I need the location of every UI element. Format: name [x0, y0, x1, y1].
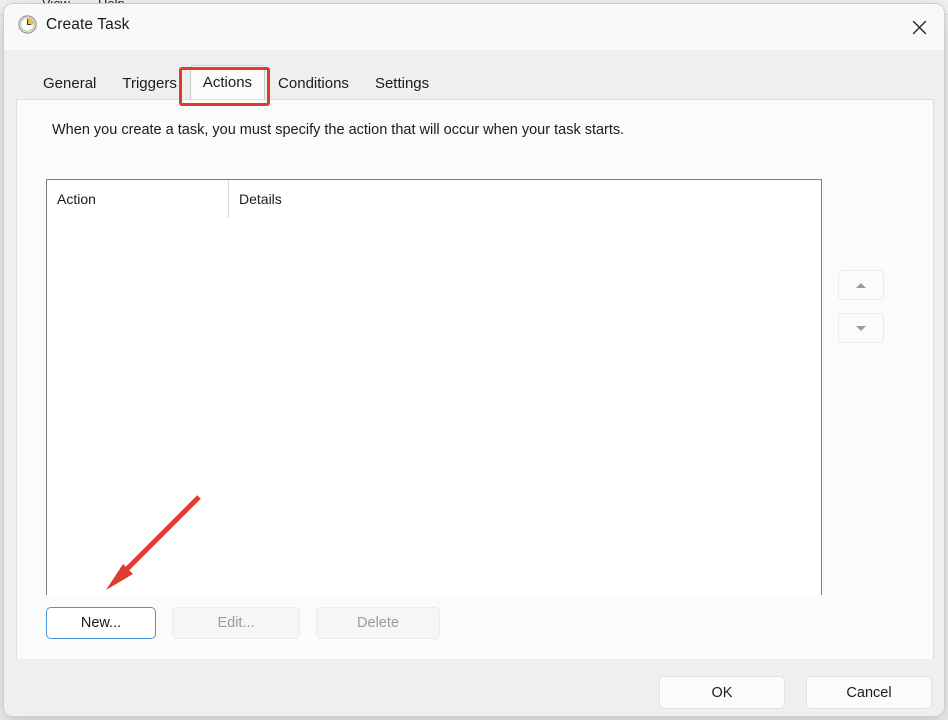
actions-list-body[interactable] — [47, 219, 821, 595]
tab-strip: General Triggers Actions Conditions Sett… — [4, 50, 944, 99]
move-up-button[interactable] — [838, 270, 884, 300]
tab-triggers[interactable]: Triggers — [109, 67, 189, 99]
dialog-titlebar: Create Task — [4, 4, 944, 50]
tab-list: General Triggers Actions Conditions Sett… — [30, 65, 442, 99]
reorder-button-group — [838, 270, 884, 356]
triangle-down-icon — [856, 325, 866, 331]
titlebar-left-group: Create Task — [18, 15, 130, 34]
create-task-dialog: Create Task General Triggers Actions Con… — [4, 4, 944, 716]
dialog-title: Create Task — [46, 15, 130, 33]
cancel-button[interactable]: Cancel — [806, 676, 932, 709]
action-button-group: New... Edit... Delete — [46, 607, 440, 639]
delete-button[interactable]: Delete — [316, 607, 440, 639]
tab-conditions[interactable]: Conditions — [265, 67, 362, 99]
move-down-button[interactable] — [838, 313, 884, 343]
footer-button-group: OK Cancel — [659, 676, 932, 709]
actions-list[interactable]: Action Details — [46, 179, 822, 595]
actions-tab-panel: When you create a task, you must specify… — [16, 99, 934, 661]
column-header-action[interactable]: Action — [47, 180, 229, 218]
dialog-footer: OK Cancel — [4, 659, 944, 716]
column-header-details[interactable]: Details — [229, 180, 821, 218]
new-button[interactable]: New... — [46, 607, 156, 639]
triangle-up-icon — [856, 282, 866, 288]
tab-settings[interactable]: Settings — [362, 67, 442, 99]
panel-description: When you create a task, you must specify… — [52, 122, 625, 138]
clock-icon — [18, 15, 37, 34]
tab-general[interactable]: General — [30, 67, 109, 99]
tab-actions[interactable]: Actions — [189, 65, 266, 99]
actions-list-header: Action Details — [47, 180, 821, 219]
ok-button[interactable]: OK — [659, 676, 785, 709]
close-icon — [912, 20, 926, 34]
close-button[interactable] — [894, 4, 944, 50]
edit-button[interactable]: Edit... — [172, 607, 300, 639]
